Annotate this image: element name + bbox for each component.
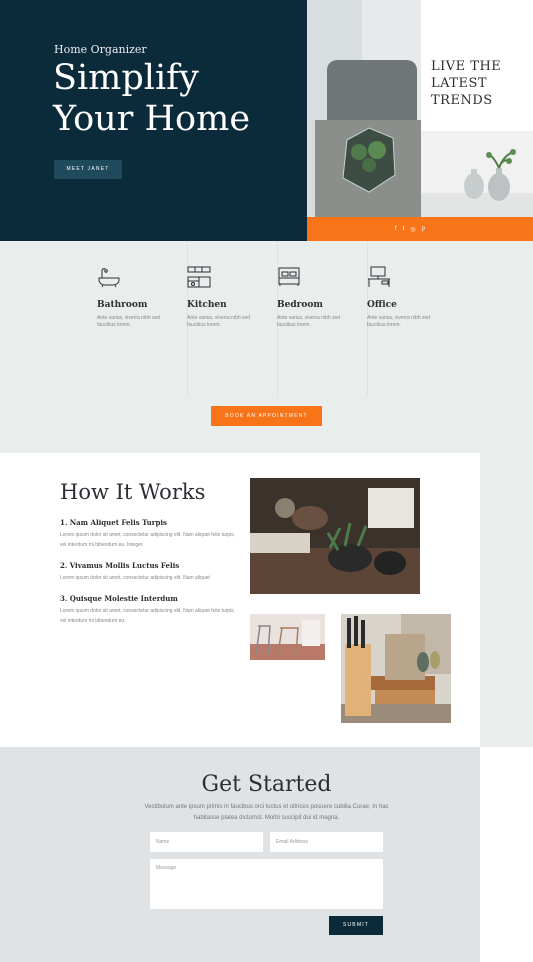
plants-table-photo <box>250 478 420 594</box>
trends-line3: TRENDS <box>431 93 493 108</box>
terrarium-photo <box>307 0 421 217</box>
email-field[interactable]: Email Address <box>270 832 383 852</box>
step-item: 3. Quisque Molestie Interdum Lorem ipsum… <box>60 594 240 626</box>
get-started-section: Get Started Vestibulum ante ipsum primis… <box>0 747 480 962</box>
room-card-office: Office Ante varius, viverra nibh sed fau… <box>367 241 457 396</box>
trends-heading: LIVE THE LATEST TRENDS <box>431 58 526 109</box>
trends-line2: LATEST <box>431 76 488 91</box>
step-heading: 1. Nam Aliquet Felis Turpis <box>60 518 167 527</box>
step-text: Lorem ipsum dolor sit amet, consectetur … <box>60 575 210 581</box>
get-started-desc: Vestibulum ante ipsum primis in faucibus… <box>144 804 389 821</box>
meet-janet-button[interactable]: MEET JANET <box>54 160 122 179</box>
how-it-works-section: How It Works 1. Nam Aliquet Felis Turpis… <box>0 453 480 747</box>
pinterest-icon[interactable]: p <box>422 226 425 233</box>
trends-line1: LIVE THE <box>431 59 502 74</box>
message-field[interactable]: Message <box>150 859 383 909</box>
room-desc: Ante varius, viverra nibh sed faucibus l… <box>187 315 251 328</box>
hero-title-line2: Your Home <box>53 99 251 139</box>
room-name: Kitchen <box>187 300 227 310</box>
step-item: 1. Nam Aliquet Felis Turpis Lorem ipsum … <box>60 518 240 550</box>
hero-panel: Home Organizer Simplify Your Home MEET J… <box>0 0 307 241</box>
chairs-photo <box>250 614 325 660</box>
kitchen-icon <box>187 265 211 289</box>
hero-title: Simplify Your Home <box>53 58 250 140</box>
get-started-side-band <box>480 747 533 962</box>
rooms-section: Bathroom Ante varius, viverra nibh sed f… <box>0 241 533 453</box>
knife-block-photo <box>341 614 451 723</box>
facebook-icon[interactable]: f <box>395 226 397 233</box>
room-card-kitchen: Kitchen Ante varius, viverra nibh sed fa… <box>187 241 278 396</box>
trends-panel: LIVE THE LATEST TRENDS <box>421 0 533 131</box>
how-title: How It Works <box>60 480 206 504</box>
step-text: Lorem ipsum dolor sit amet, consectetur … <box>60 608 236 624</box>
room-desc: Ante varius, viverra nibh sed faucibus l… <box>367 315 431 328</box>
step-item: 2. Vivamus Mollis Luctus Felis Lorem ips… <box>60 561 240 583</box>
bathtub-icon <box>97 265 121 289</box>
hero-title-line1: Simplify <box>53 58 199 98</box>
hero-section: Home Organizer Simplify Your Home MEET J… <box>0 0 533 241</box>
hero-eyebrow: Home Organizer <box>54 43 147 56</box>
bed-icon <box>277 265 301 289</box>
social-links: f t ◎ p <box>395 226 425 233</box>
room-desc: Ante varius, viverra nibh sed faucibus l… <box>277 315 341 328</box>
step-heading: 3. Quisque Molestie Interdum <box>60 594 178 603</box>
submit-button[interactable]: SUBMIT <box>329 916 383 935</box>
instagram-icon[interactable]: ◎ <box>410 226 415 233</box>
name-field[interactable]: Name <box>150 832 263 852</box>
desk-icon <box>367 265 391 289</box>
room-card-bathroom: Bathroom Ante varius, viverra nibh sed f… <box>97 241 188 396</box>
room-card-bedroom: Bedroom Ante varius, viverra nibh sed fa… <box>277 241 368 396</box>
room-name: Office <box>367 300 397 310</box>
how-side-band <box>480 453 533 747</box>
get-started-title: Get Started <box>201 772 332 797</box>
room-desc: Ante varius, viverra nibh sed faucibus l… <box>97 315 161 328</box>
book-appointment-button[interactable]: BOOK AN APPOINTMENT <box>211 406 322 426</box>
step-heading: 2. Vivamus Mollis Luctus Felis <box>60 561 180 570</box>
room-name: Bathroom <box>97 300 148 310</box>
room-name: Bedroom <box>277 300 323 310</box>
vases-photo <box>421 131 533 217</box>
step-text: Lorem ipsum dolor sit amet, consectetur … <box>60 532 236 548</box>
twitter-icon[interactable]: t <box>403 226 405 233</box>
